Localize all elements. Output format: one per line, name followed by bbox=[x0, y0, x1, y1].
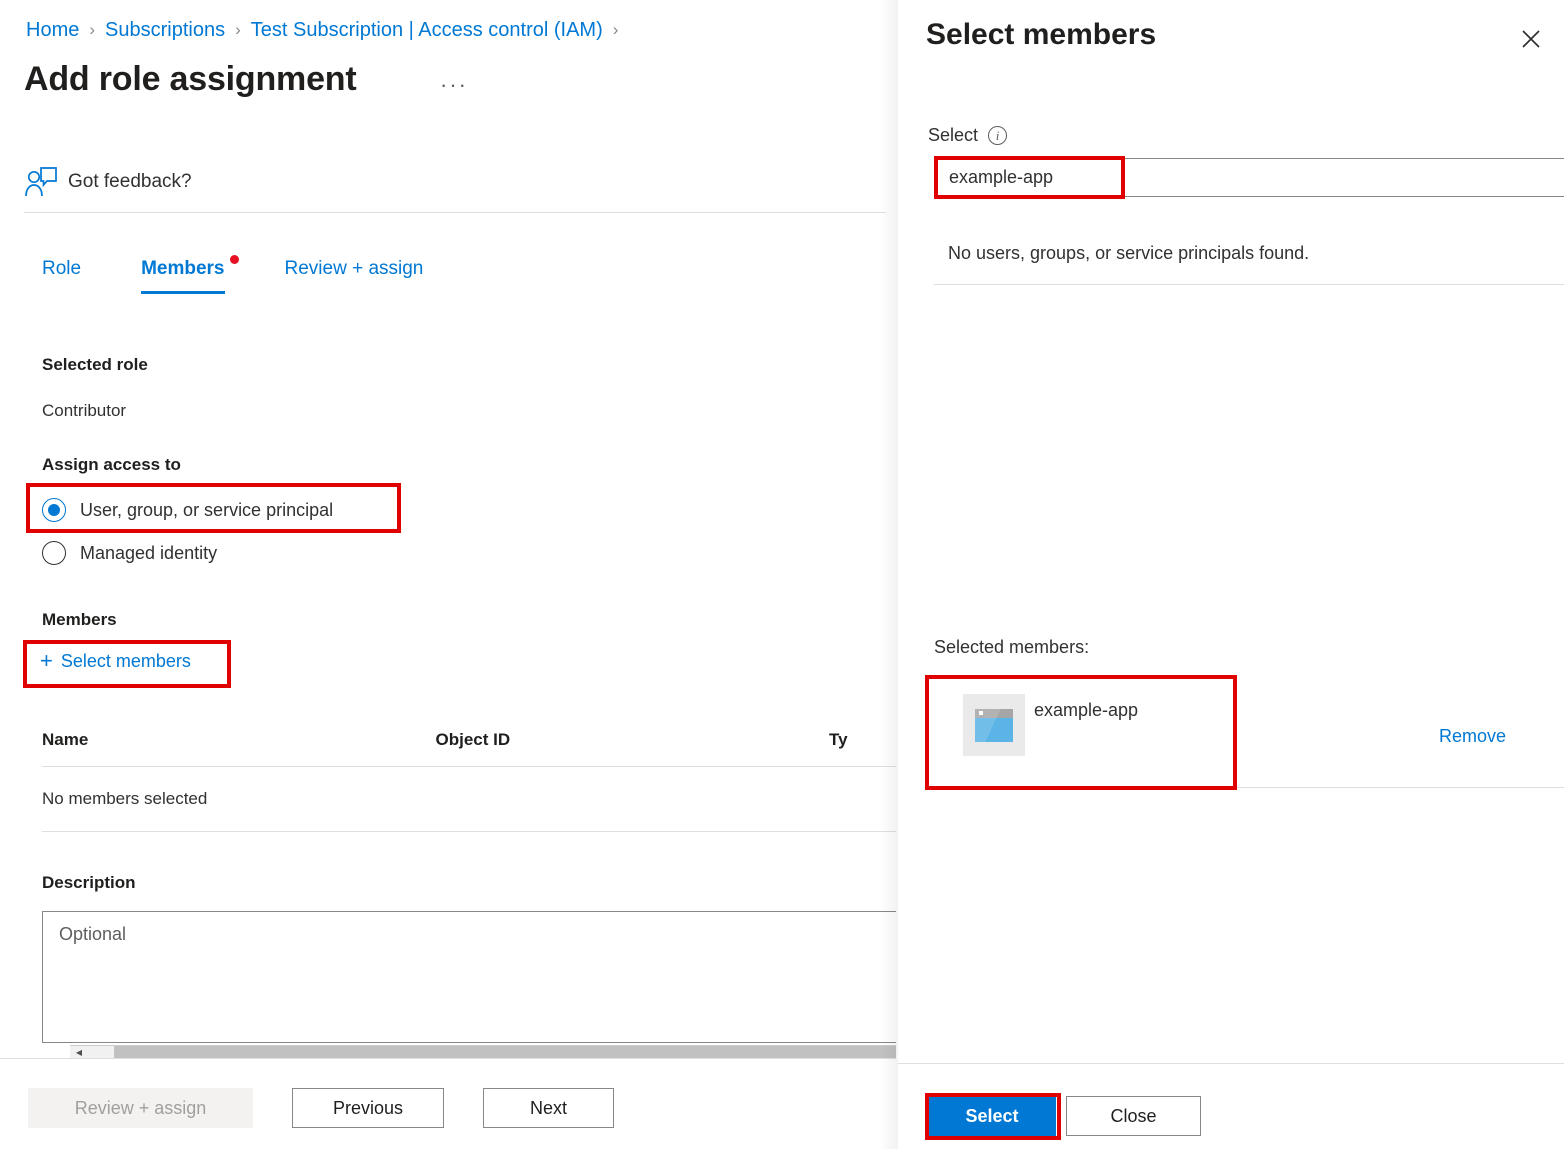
breadcrumb-item-test-subscription[interactable]: Test Subscription | Access control (IAM) bbox=[251, 16, 603, 44]
panel-select-button-label: Select bbox=[965, 1106, 1018, 1127]
column-header-object-id[interactable]: Object ID bbox=[436, 730, 830, 750]
tab-role-label: Role bbox=[42, 258, 81, 279]
members-section-label: Members bbox=[42, 610, 117, 630]
horizontal-scrollbar[interactable]: ◀ bbox=[70, 1045, 896, 1059]
members-table-header: Name Object ID Ty bbox=[42, 730, 896, 767]
select-field-label: Select bbox=[928, 125, 978, 146]
remove-member-button[interactable]: Remove bbox=[1439, 726, 1506, 747]
selected-role-label: Selected role bbox=[42, 355, 148, 375]
tab-members-required-dot-icon bbox=[230, 255, 239, 264]
review-assign-button[interactable]: Review + assign bbox=[28, 1088, 253, 1128]
radio-user-group-service-principal[interactable]: User, group, or service principal bbox=[42, 494, 333, 526]
application-window-icon bbox=[963, 694, 1025, 756]
results-divider bbox=[934, 284, 1564, 285]
tab-members-label: Members bbox=[141, 258, 224, 279]
assign-access-to-label: Assign access to bbox=[42, 455, 181, 475]
selected-member-name: example-app bbox=[1034, 700, 1138, 721]
description-label: Description bbox=[42, 873, 136, 893]
previous-button-label: Previous bbox=[333, 1098, 403, 1119]
got-feedback-label: Got feedback? bbox=[68, 171, 192, 193]
tab-review-assign-label: Review + assign bbox=[285, 258, 424, 279]
info-icon[interactable]: i bbox=[988, 126, 1007, 145]
panel-footer-divider bbox=[898, 1063, 1564, 1064]
radio-button-icon bbox=[42, 541, 66, 565]
main-footer-divider bbox=[0, 1058, 896, 1059]
column-header-name[interactable]: Name bbox=[42, 730, 436, 750]
search-input[interactable] bbox=[934, 158, 1564, 197]
description-placeholder: Optional bbox=[59, 924, 126, 945]
breadcrumb-item-subscriptions[interactable]: Subscriptions bbox=[105, 16, 225, 44]
feedback-divider bbox=[24, 212, 886, 213]
selected-members-label: Selected members: bbox=[934, 637, 1089, 658]
tab-review-assign[interactable]: Review + assign bbox=[285, 258, 424, 294]
tab-members[interactable]: Members bbox=[141, 258, 224, 294]
tab-role[interactable]: Role bbox=[42, 258, 81, 294]
panel-close-button-label: Close bbox=[1110, 1106, 1156, 1127]
next-button[interactable]: Next bbox=[483, 1088, 614, 1128]
radio-managed-identity[interactable]: Managed identity bbox=[42, 537, 217, 569]
breadcrumb-separator-icon: › bbox=[235, 16, 241, 44]
person-feedback-icon bbox=[24, 167, 58, 197]
breadcrumb: Home › Subscriptions › Test Subscription… bbox=[26, 16, 628, 44]
members-empty-message: No members selected bbox=[42, 789, 460, 809]
members-table: Name Object ID Ty No members selected bbox=[42, 730, 896, 832]
breadcrumb-item-home[interactable]: Home bbox=[26, 16, 79, 44]
close-icon[interactable] bbox=[1512, 20, 1550, 58]
search-input-wrapper bbox=[934, 158, 1564, 197]
description-textarea[interactable]: Optional bbox=[42, 911, 896, 1043]
table-row: No members selected bbox=[42, 767, 896, 832]
page-title: Add role assignment bbox=[24, 60, 356, 99]
select-members-button-label: Select members bbox=[61, 651, 191, 672]
selected-role-value: Contributor bbox=[42, 401, 126, 421]
radio-managed-identity-label: Managed identity bbox=[80, 543, 217, 564]
add-role-assignment-pane: Home › Subscriptions › Test Subscription… bbox=[0, 0, 896, 1149]
panel-title: Select members bbox=[926, 18, 1156, 52]
panel-select-button[interactable]: Select bbox=[928, 1096, 1056, 1136]
plus-icon: + bbox=[40, 650, 53, 672]
breadcrumb-separator-icon: › bbox=[613, 16, 619, 44]
previous-button[interactable]: Previous bbox=[292, 1088, 444, 1128]
breadcrumb-separator-icon: › bbox=[89, 16, 95, 44]
select-field-label-row: Select i bbox=[928, 125, 1007, 146]
panel-close-button[interactable]: Close bbox=[1066, 1096, 1201, 1136]
review-assign-button-label: Review + assign bbox=[75, 1098, 207, 1119]
radio-button-icon bbox=[42, 498, 66, 522]
wizard-tabs: Role Members Review + assign bbox=[42, 258, 483, 294]
got-feedback-button[interactable]: Got feedback? bbox=[24, 160, 192, 204]
more-options-button[interactable]: ··· bbox=[440, 72, 468, 98]
list-item: example-app Remove bbox=[934, 680, 1564, 788]
column-header-type[interactable]: Ty bbox=[829, 730, 896, 750]
next-button-label: Next bbox=[530, 1098, 567, 1119]
radio-user-group-service-principal-label: User, group, or service principal bbox=[80, 500, 333, 521]
select-members-panel: Select members Select i No users, groups… bbox=[898, 0, 1564, 1149]
select-members-button[interactable]: + Select members bbox=[40, 650, 191, 672]
no-results-message: No users, groups, or service principals … bbox=[948, 243, 1309, 264]
